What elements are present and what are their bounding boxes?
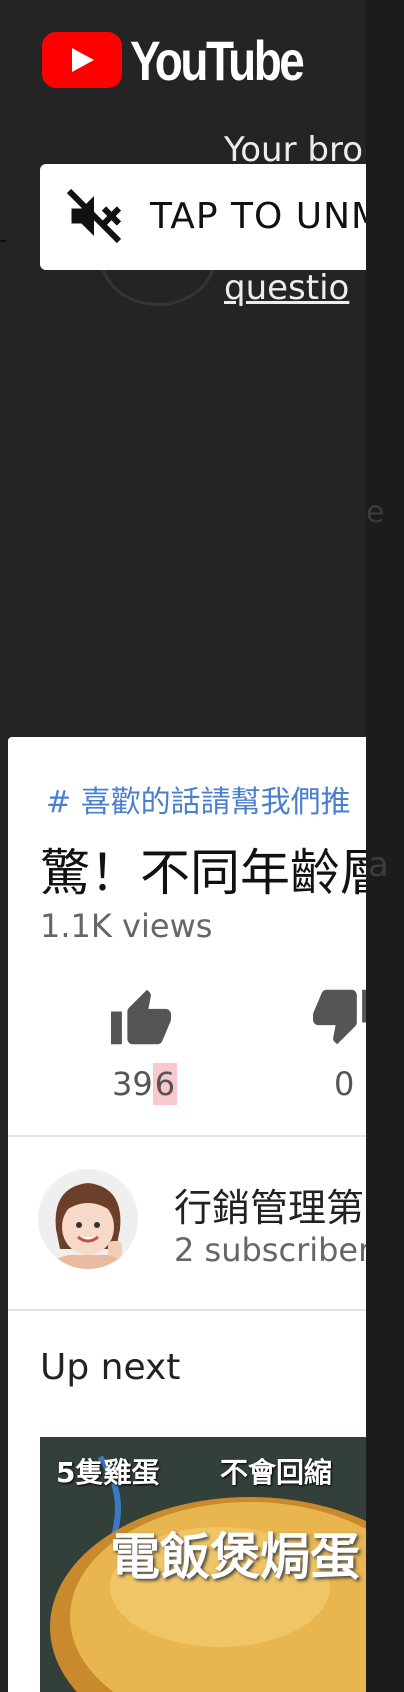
right-edge-strip: e a [366, 0, 404, 1692]
video-info-panel: # 喜歡的話請幫我們推 驚！不同年齡層 1.1K views 396 0 行銷管… [8, 737, 366, 1692]
like-count-prefix: 39 [112, 1065, 153, 1103]
background-link[interactable]: questio [224, 268, 366, 308]
up-next-thumbnail[interactable]: 5隻雞蛋 不會回縮 電飯煲焗蛋 [40, 1437, 366, 1692]
like-count-highlight: 6 [152, 1063, 178, 1105]
channel-name[interactable]: 行銷管理第 [174, 1177, 364, 1232]
background-line [0, 240, 6, 242]
partial-text-e: e [366, 495, 385, 530]
avatar-illustration [38, 1169, 138, 1269]
dislike-count: 0 [334, 1065, 355, 1103]
hashtag-link[interactable]: # 喜歡的話請幫我們推 [46, 777, 351, 821]
channel-avatar[interactable] [38, 1169, 138, 1269]
thumbs-up-icon[interactable] [108, 987, 174, 1047]
thumbnail-title: 電飯煲焗蛋 [110, 1528, 360, 1586]
partial-text-a: a [368, 845, 389, 885]
top-header: YouTube [0, 0, 366, 130]
muted-speaker-icon [66, 188, 122, 244]
thumbnail-text-1: 5隻雞蛋 [56, 1456, 160, 1489]
youtube-logo-icon[interactable] [42, 32, 122, 88]
play-icon [72, 48, 94, 72]
divider [8, 1135, 366, 1137]
video-title[interactable]: 驚！不同年齡層 [40, 833, 366, 905]
divider [8, 1309, 366, 1311]
like-count: 396 [112, 1063, 178, 1105]
tap-to-unmute-button[interactable]: TAP TO UNM [40, 164, 366, 270]
view-count: 1.1K views [40, 907, 213, 945]
subscriber-count: 2 subscribers [174, 1231, 366, 1269]
up-next-heading: Up next [40, 1347, 181, 1388]
thumbnail-text-2: 不會回縮 [220, 1456, 333, 1489]
youtube-wordmark[interactable]: YouTube [130, 28, 305, 93]
thumbs-down-icon[interactable] [310, 987, 366, 1047]
unmute-label: TAP TO UNM [150, 196, 366, 237]
